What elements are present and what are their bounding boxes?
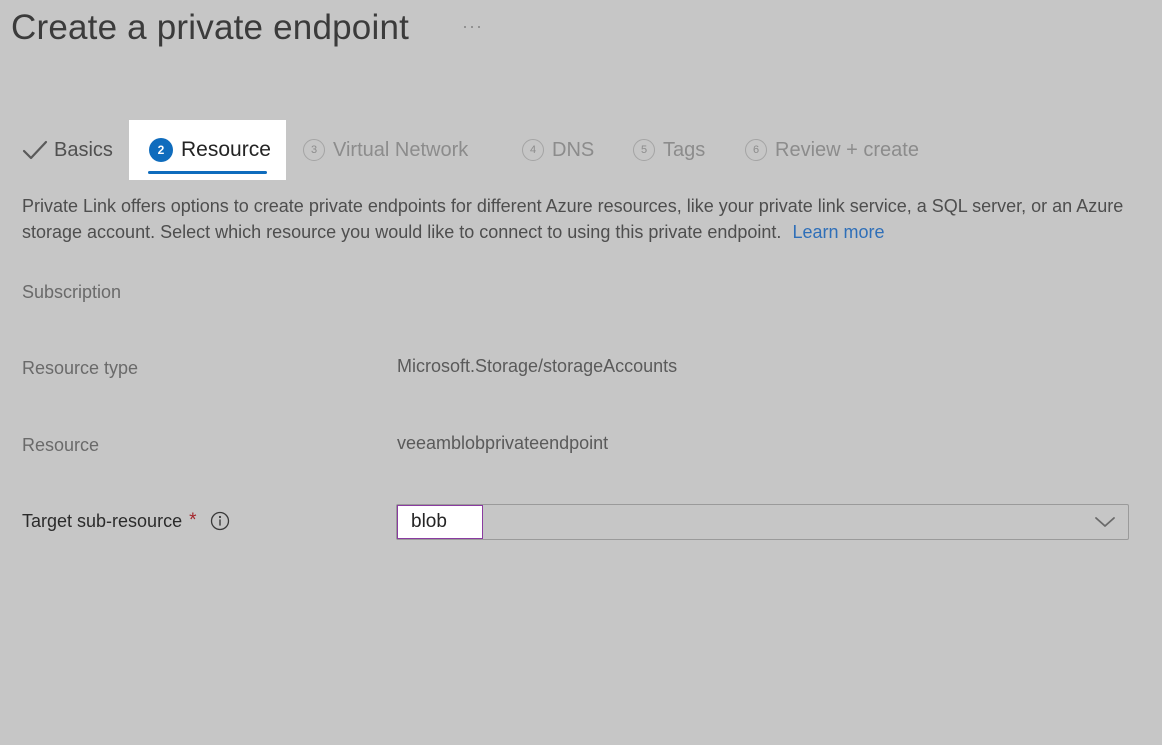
resource-description: Private Link offers options to create pr… (22, 193, 1142, 245)
tab-resource[interactable]: 2 Resource (129, 120, 286, 180)
tab-tags[interactable]: 5 Tags (633, 120, 705, 180)
tab-dns[interactable]: 4 DNS (522, 120, 594, 180)
step-number-badge: 3 (303, 139, 325, 161)
learn-more-link[interactable]: Learn more (792, 222, 884, 242)
target-sub-resource-select[interactable]: blob (396, 504, 1129, 540)
page-title: Create a private endpoint (11, 8, 410, 47)
tab-label: DNS (552, 138, 595, 161)
target-sub-resource-selected-value: blob (397, 505, 483, 539)
active-tab-indicator (148, 171, 267, 174)
wizard-tabs: Basics 2 Resource 3 Virtual Network 4 DN… (0, 120, 1162, 182)
resource-value: veeamblobprivateendpoint (397, 433, 609, 453)
resource-label: Resource (22, 435, 100, 455)
step-number-badge: 2 (149, 138, 173, 162)
step-number-badge: 5 (633, 139, 655, 161)
more-icon[interactable]: ··· (462, 16, 483, 37)
tab-label: Virtual Network (333, 138, 469, 161)
chevron-down-icon[interactable] (1094, 514, 1116, 530)
info-icon[interactable] (210, 511, 230, 531)
tab-virtual-network[interactable]: 3 Virtual Network (303, 120, 468, 180)
subscription-label: Subscription (22, 282, 122, 302)
tab-label: Basics (54, 138, 113, 161)
step-number-badge: 6 (745, 139, 767, 161)
target-sub-resource-label: Target sub-resource * (22, 510, 230, 532)
step-number-badge: 4 (522, 139, 544, 161)
resource-type-value: Microsoft.Storage/storageAccounts (397, 356, 678, 376)
description-text: Private Link offers options to create pr… (22, 196, 1124, 242)
tab-label: Tags (663, 138, 706, 161)
tab-label: Review + create (775, 138, 919, 161)
tab-label: Resource (181, 138, 271, 161)
tab-review-create[interactable]: 6 Review + create (745, 120, 919, 180)
required-indicator: * (189, 510, 197, 531)
tab-basics[interactable]: Basics (22, 120, 113, 180)
resource-type-label: Resource type (22, 358, 139, 378)
check-icon (22, 139, 48, 161)
target-sub-resource-label-text: Target sub-resource (22, 510, 183, 531)
